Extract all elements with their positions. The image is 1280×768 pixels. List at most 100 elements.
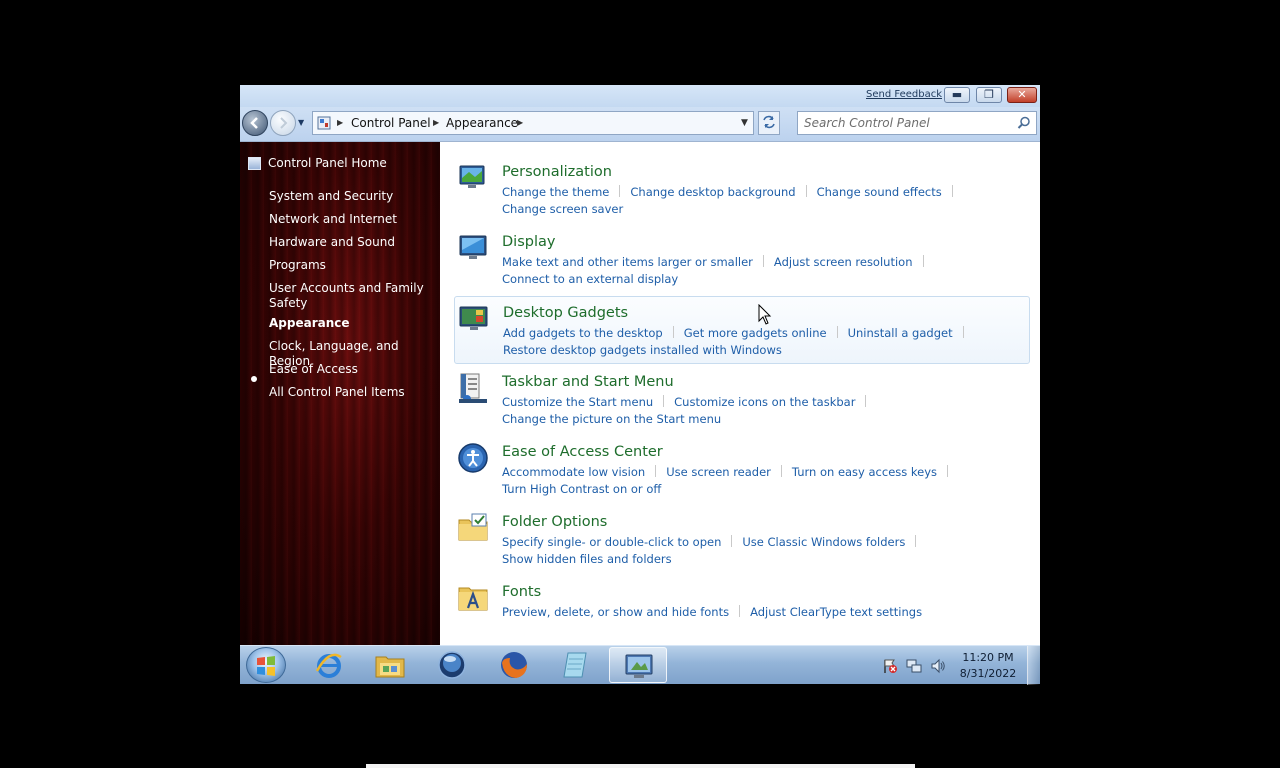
personalization-title[interactable]: Personalization — [502, 164, 612, 180]
sidebar-item-appearance[interactable]: Appearance — [269, 316, 429, 331]
minimize-button[interactable]: ▬ — [944, 87, 970, 103]
back-arrow-icon — [250, 117, 258, 129]
sidebar-item-network-and-internet[interactable]: Network and Internet — [269, 212, 429, 227]
link-customize-start-menu[interactable]: Customize the Start menu — [502, 395, 653, 409]
link-make-text-larger[interactable]: Make text and other items larger or smal… — [502, 255, 753, 269]
link-change-sound-effects[interactable]: Change sound effects — [817, 185, 942, 199]
control-panel-home-label: Control Panel Home — [268, 156, 387, 170]
windows-logo-icon — [257, 656, 275, 676]
link-accommodate-low-vision[interactable]: Accommodate low vision — [502, 465, 645, 479]
category-display: Display Make text and other items larger… — [454, 226, 1030, 294]
sidebar-item-hardware-and-sound[interactable]: Hardware and Sound — [269, 235, 429, 250]
search-box[interactable] — [797, 111, 1037, 135]
start-button[interactable] — [246, 647, 286, 683]
personalization-icon[interactable] — [457, 162, 489, 194]
link-get-more-gadgets[interactable]: Get more gadgets online — [684, 326, 827, 340]
display-icon[interactable] — [457, 232, 489, 264]
link-connect-external-display[interactable]: Connect to an external display — [502, 272, 678, 286]
search-input[interactable] — [804, 114, 1004, 132]
link-easy-access-keys[interactable]: Turn on easy access keys — [792, 465, 937, 479]
taskbar: 11:20 PM 8/31/2022 — [240, 645, 1040, 685]
desktop-gadgets-title[interactable]: Desktop Gadgets — [503, 305, 628, 321]
control-panel-window: Send Feedback ▬ ❐ ✕ ▼ ▶ Control Panel ▶ … — [240, 85, 1040, 645]
taskbar-start-menu-title[interactable]: Taskbar and Start Menu — [502, 374, 674, 390]
link-classic-folders[interactable]: Use Classic Windows folders — [742, 535, 905, 549]
breadcrumb-control-panel[interactable]: Control Panel — [351, 116, 431, 130]
sidebar-item-system-and-security[interactable]: System and Security — [269, 189, 429, 204]
link-customize-taskbar-icons[interactable]: Customize icons on the taskbar — [674, 395, 855, 409]
clock-date: 8/31/2022 — [959, 667, 1017, 680]
breadcrumb-appearance[interactable]: Appearance — [446, 116, 518, 130]
link-single-double-click[interactable]: Specify single- or double-click to open — [502, 535, 721, 549]
fonts-title[interactable]: Fonts — [502, 584, 541, 600]
gadgets-icon[interactable] — [458, 303, 490, 335]
refresh-button[interactable] — [758, 111, 780, 135]
system-clock[interactable]: 11:20 PM 8/31/2022 — [958, 650, 1018, 682]
link-uninstall-gadget[interactable]: Uninstall a gadget — [848, 326, 953, 340]
address-bar[interactable]: ▶ Control Panel ▶ Appearance ▶ ▼ — [312, 111, 754, 135]
volume-icon[interactable] — [930, 658, 946, 674]
clock-time: 11:20 PM — [962, 651, 1014, 664]
mouse-cursor-icon — [758, 304, 772, 325]
folder-options-title[interactable]: Folder Options — [502, 514, 607, 530]
category-ease-of-access-center: Ease of Access Center Accommodate low vi… — [454, 436, 1030, 504]
minimize-icon: ▬ — [951, 88, 963, 101]
back-button[interactable] — [242, 110, 268, 136]
action-center-icon[interactable] — [882, 658, 898, 674]
link-restore-gadgets[interactable]: Restore desktop gadgets installed with W… — [503, 343, 782, 357]
bottom-edge-strip — [366, 764, 915, 768]
show-desktop-button[interactable] — [1027, 646, 1040, 685]
link-preview-fonts[interactable]: Preview, delete, or show and hide fonts — [502, 605, 729, 619]
breadcrumb-separator-icon: ▶ — [337, 118, 344, 127]
sidebar-item-all-control-panel-items[interactable]: All Control Panel Items — [269, 385, 429, 400]
taskbar-notepad[interactable] — [547, 647, 605, 683]
ease-of-access-icon[interactable] — [457, 442, 489, 474]
link-adjust-screen-resolution[interactable]: Adjust screen resolution — [774, 255, 913, 269]
sidebar-item-ease-of-access[interactable]: Ease of Access — [269, 362, 429, 377]
taskbar-media-player[interactable] — [423, 647, 481, 683]
sidebar-item-programs[interactable]: Programs — [269, 258, 429, 273]
close-button[interactable]: ✕ — [1007, 87, 1037, 103]
display-title[interactable]: Display — [502, 234, 555, 250]
forward-arrow-icon — [280, 117, 288, 129]
title-bar: Send Feedback ▬ ❐ ✕ — [240, 85, 1040, 107]
forward-button[interactable] — [270, 110, 296, 136]
category-taskbar-start-menu: Taskbar and Start Menu Customize the Sta… — [454, 366, 1030, 434]
taskbar-firefox[interactable] — [485, 647, 543, 683]
link-change-theme[interactable]: Change the theme — [502, 185, 609, 199]
refresh-icon — [763, 115, 775, 129]
taskbar-control-panel[interactable] — [609, 647, 667, 683]
active-item-bullet — [251, 376, 257, 382]
close-icon: ✕ — [1017, 88, 1027, 101]
internet-explorer-icon — [315, 653, 342, 678]
link-change-screen-saver[interactable]: Change screen saver — [502, 202, 623, 216]
notepad-icon — [563, 652, 587, 678]
ease-of-access-center-title[interactable]: Ease of Access Center — [502, 444, 663, 460]
main-content: Personalization Change the theme Change d… — [440, 142, 1040, 645]
windows-explorer-icon — [375, 656, 405, 678]
send-feedback-link[interactable]: Send Feedback — [866, 89, 942, 100]
taskbar-internet-explorer[interactable] — [300, 647, 358, 683]
sidebar-item-user-accounts[interactable]: User Accounts and Family Safety — [269, 281, 429, 311]
firefox-icon — [501, 652, 527, 678]
link-change-start-menu-picture[interactable]: Change the picture on the Start menu — [502, 412, 721, 426]
link-use-screen-reader[interactable]: Use screen reader — [666, 465, 771, 479]
link-adjust-cleartype[interactable]: Adjust ClearType text settings — [750, 605, 922, 619]
address-dropdown-icon[interactable]: ▼ — [741, 118, 748, 128]
network-icon[interactable] — [906, 658, 922, 674]
restore-button[interactable]: ❐ — [976, 87, 1002, 103]
control-panel-home-icon — [248, 157, 261, 170]
category-desktop-gadgets: Desktop Gadgets Add gadgets to the deskt… — [454, 296, 1030, 364]
taskbar-windows-explorer[interactable] — [361, 647, 419, 683]
link-show-hidden-files[interactable]: Show hidden files and folders — [502, 552, 672, 566]
restore-icon: ❐ — [984, 88, 994, 101]
recent-pages-dropdown-icon[interactable]: ▼ — [298, 118, 304, 127]
link-change-desktop-background[interactable]: Change desktop background — [630, 185, 795, 199]
fonts-icon[interactable] — [457, 582, 489, 614]
taskbar-icon[interactable] — [457, 372, 489, 404]
link-add-gadgets[interactable]: Add gadgets to the desktop — [503, 326, 663, 340]
link-high-contrast[interactable]: Turn High Contrast on or off — [502, 482, 661, 496]
category-fonts: Fonts Preview, delete, or show and hide … — [454, 576, 1030, 644]
search-icon[interactable] — [1017, 116, 1031, 130]
folder-options-icon[interactable] — [457, 512, 489, 544]
